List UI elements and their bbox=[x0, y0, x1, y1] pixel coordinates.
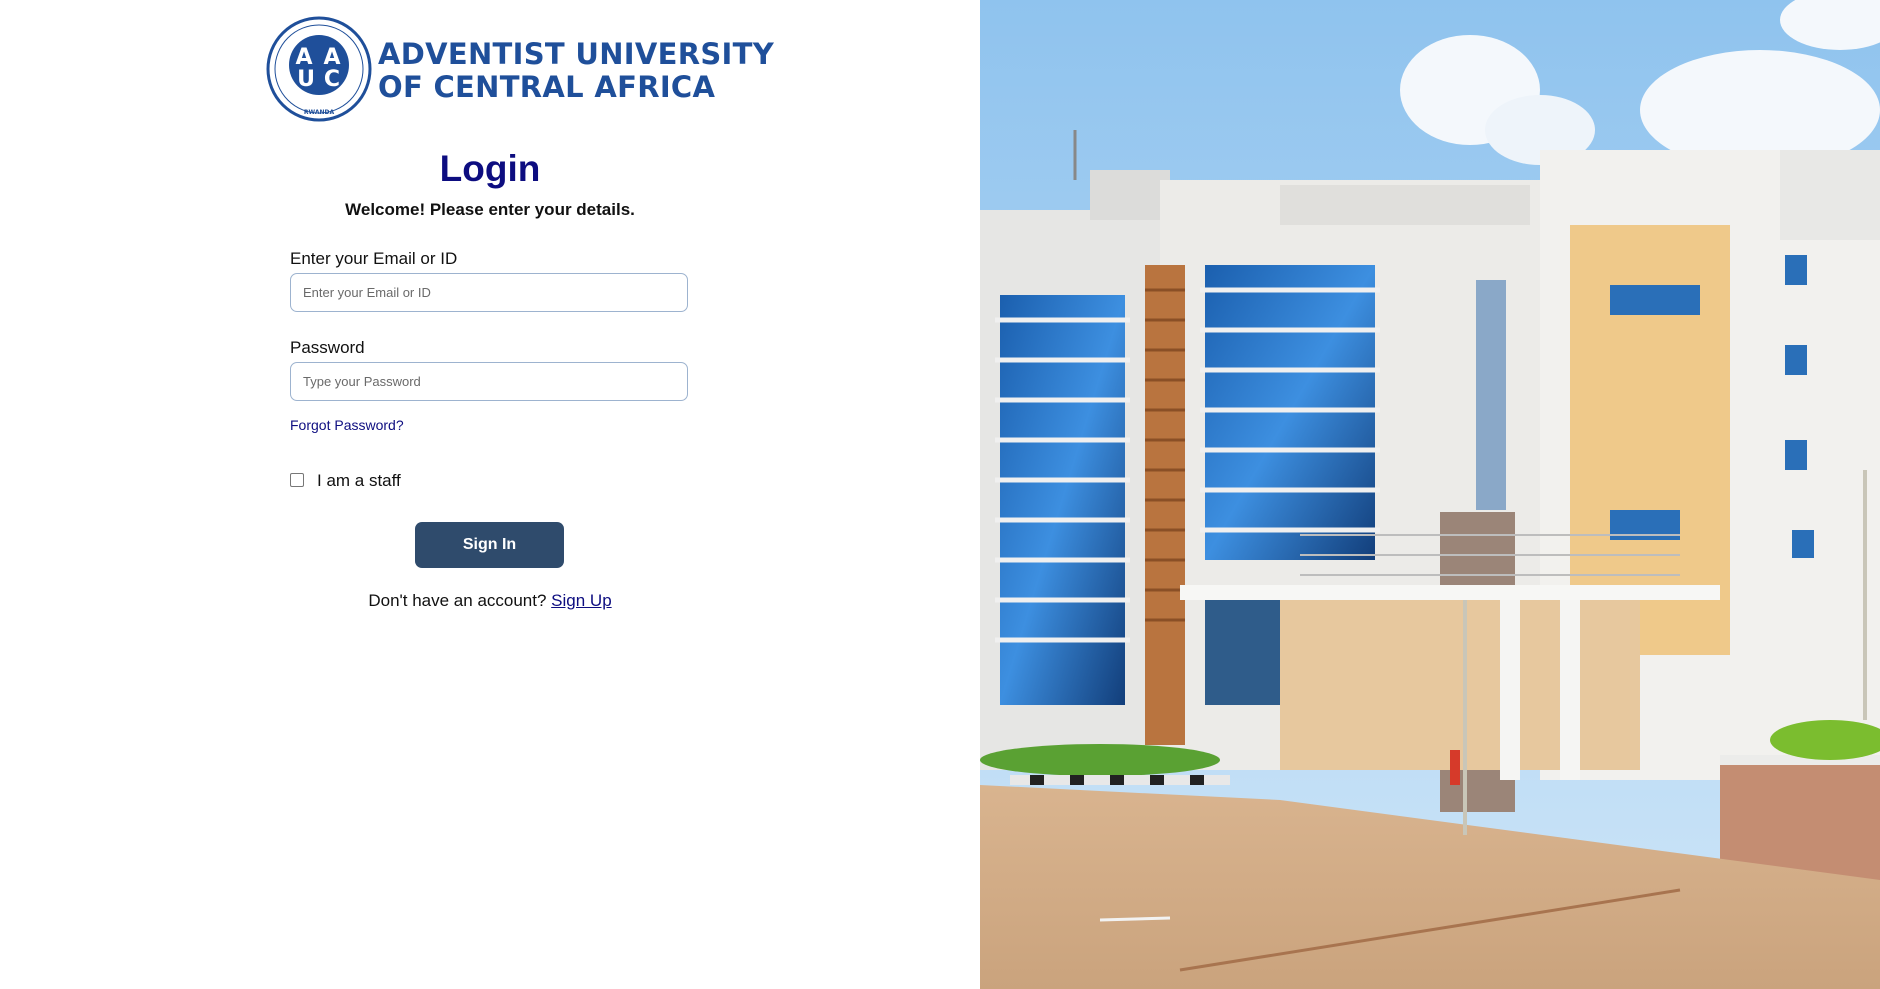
campus-building-image bbox=[980, 0, 1880, 989]
svg-text:C: C bbox=[324, 67, 340, 92]
staff-checkbox[interactable] bbox=[290, 473, 304, 487]
login-panel: A A U C RWANDA ADVENTIST UNIVERSITY OF C… bbox=[0, 0, 980, 989]
password-label: Password bbox=[290, 338, 365, 357]
university-name: ADVENTIST UNIVERSITY OF CENTRAL AFRICA bbox=[378, 37, 775, 104]
university-logo: A A U C RWANDA ADVENTIST UNIVERSITY OF C… bbox=[266, 16, 775, 122]
logo-line-2: OF CENTRAL AFRICA bbox=[378, 70, 716, 104]
staff-checkbox-label[interactable]: I am a staff bbox=[317, 471, 401, 491]
campus-building-illustration bbox=[980, 0, 1880, 989]
svg-text:U: U bbox=[297, 67, 315, 92]
email-label: Enter your Email or ID bbox=[290, 249, 458, 268]
svg-text:RWANDA: RWANDA bbox=[304, 109, 335, 116]
forgot-password-link[interactable]: Forgot Password? bbox=[290, 417, 404, 433]
sign-up-link[interactable]: Sign Up bbox=[551, 591, 611, 610]
signup-prompt: Don't have an account? Sign Up bbox=[0, 591, 980, 611]
password-field[interactable] bbox=[290, 362, 688, 401]
email-field[interactable] bbox=[290, 273, 688, 312]
sign-in-button[interactable]: Sign In bbox=[415, 522, 564, 568]
page-title: Login bbox=[439, 148, 541, 189]
university-seal-icon: A A U C RWANDA bbox=[266, 16, 372, 122]
logo-line-1: ADVENTIST UNIVERSITY bbox=[378, 37, 775, 71]
welcome-subtitle: Welcome! Please enter your details. bbox=[345, 200, 635, 219]
no-account-text: Don't have an account? bbox=[368, 591, 547, 610]
